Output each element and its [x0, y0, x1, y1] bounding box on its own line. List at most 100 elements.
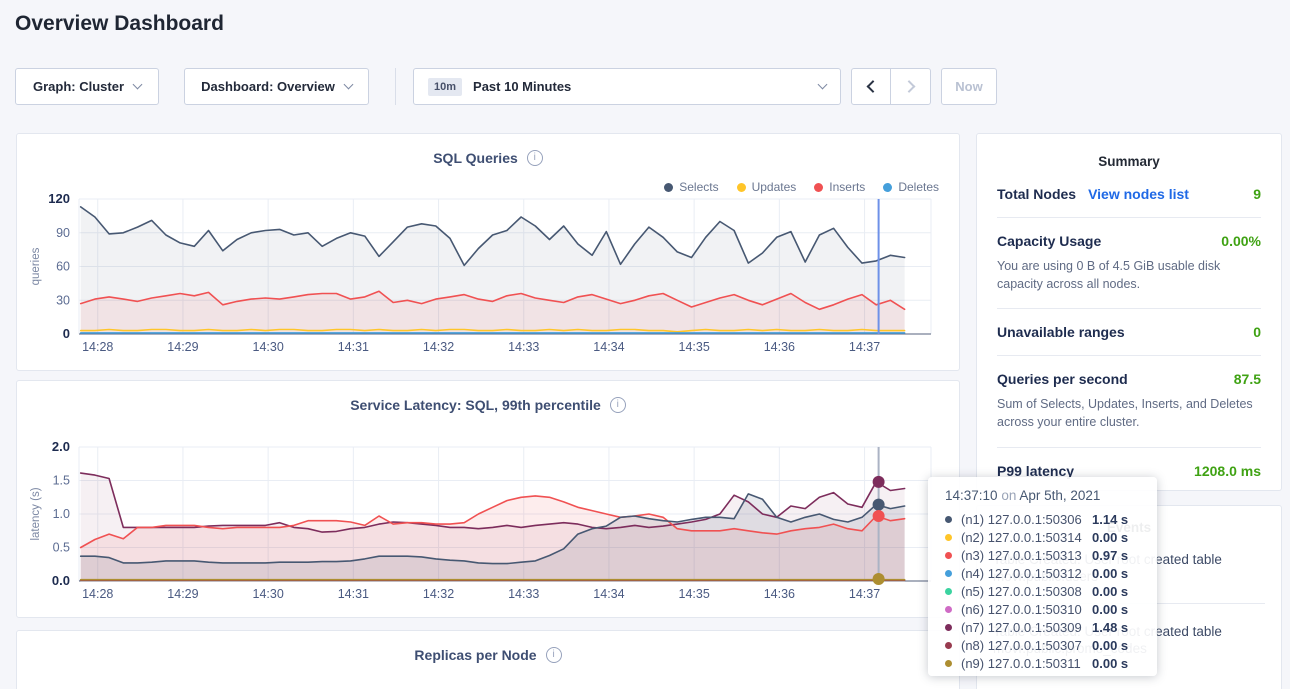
- time-pager: [851, 68, 931, 105]
- service-latency-chart[interactable]: 0.0 0.5 1.0 1.5 2.0 14:28 14:29 14:30 14:31 14:32…: [17, 381, 959, 617]
- x-tick-label: 14:37: [849, 340, 880, 354]
- graph-dropdown-label: Graph: Cluster: [33, 79, 124, 94]
- tooltip-node-label: (n9) 127.0.0.1:50311: [961, 656, 1092, 671]
- x-tick-label: 14:29: [167, 587, 198, 601]
- tooltip-node-label: (n3) 127.0.0.1:50313: [961, 548, 1092, 563]
- chevron-right-icon: [903, 80, 916, 93]
- tooltip-time: 14:37:10: [945, 488, 998, 503]
- y-tick-label: 0: [63, 326, 70, 341]
- y-tick-label: 30: [56, 293, 70, 307]
- tooltip-node-row: (n2) 127.0.0.1:503140.00 s: [945, 528, 1157, 546]
- summary-row-desc: Sum of Selects, Updates, Inserts, and De…: [997, 395, 1261, 431]
- now-button[interactable]: Now: [941, 68, 997, 105]
- x-tick-label: 14:36: [764, 340, 795, 354]
- tooltip-node-row: (n6) 127.0.0.1:503100.00 s: [945, 600, 1157, 618]
- graph-dropdown[interactable]: Graph: Cluster: [15, 68, 159, 105]
- chevron-left-icon: [866, 80, 879, 93]
- tooltip-node-row: (n3) 127.0.0.1:503130.97 s: [945, 546, 1157, 564]
- summary-rows: Total NodesView nodes list9Capacity Usag…: [997, 171, 1261, 494]
- page-title: Overview Dashboard: [15, 12, 224, 36]
- tooltip-node-value: 1.48 s: [1092, 620, 1128, 635]
- tooltip-node-row: (n1) 127.0.0.1:503061.14 s: [945, 510, 1157, 528]
- x-tick-label: 14:33: [508, 587, 539, 601]
- x-tick-label: 14:34: [593, 587, 624, 601]
- tooltip-node-value: 0.00 s: [1092, 638, 1128, 653]
- tooltip-timestamp: 14:37:10 on Apr 5th, 2021: [945, 488, 1157, 503]
- series-dot-icon: [945, 642, 952, 649]
- tooltip-node-row: (n9) 127.0.0.1:503110.00 s: [945, 654, 1157, 672]
- y-tick-label: 1.0: [53, 507, 70, 521]
- tooltip-node-value: 1.14 s: [1092, 512, 1128, 527]
- y-axis-unit-label: latency (s): [30, 487, 42, 540]
- y-tick-label: 90: [56, 226, 70, 240]
- x-tick-label: 14:31: [338, 587, 369, 601]
- summary-row: Capacity Usage0.00%You are using 0 B of …: [997, 218, 1261, 309]
- summary-row-label: Queries per second: [997, 371, 1128, 387]
- summary-panel: Summary Total NodesView nodes list9Capac…: [976, 133, 1282, 491]
- series-dot-icon: [945, 606, 952, 613]
- summary-row-value: 0: [1253, 324, 1261, 340]
- summary-row-head: Total NodesView nodes list9: [997, 186, 1261, 202]
- dashboard-dropdown[interactable]: Dashboard: Overview: [184, 68, 369, 105]
- x-tick-label: 14:32: [423, 587, 454, 601]
- x-tick-label: 14:30: [253, 340, 284, 354]
- x-tick-label: 14:29: [167, 340, 198, 354]
- tooltip-node-value: 0.00 s: [1092, 584, 1128, 599]
- tooltip-node-label: (n8) 127.0.0.1:50307: [961, 638, 1092, 653]
- info-icon[interactable]: i: [546, 647, 562, 663]
- summary-row-head: Queries per second 87.5: [997, 371, 1261, 387]
- tooltip-node-label: (n1) 127.0.0.1:50306: [961, 512, 1092, 527]
- tooltip-node-row: (n7) 127.0.0.1:503091.48 s: [945, 618, 1157, 636]
- tooltip-node-label: (n6) 127.0.0.1:50310: [961, 602, 1092, 617]
- time-range-badge: 10m: [428, 78, 462, 96]
- x-tick-label: 14:28: [82, 587, 113, 601]
- summary-row-label: Unavailable ranges: [997, 324, 1125, 340]
- x-tick-label: 14:31: [338, 340, 369, 354]
- y-tick-label: 0.5: [53, 541, 70, 555]
- tooltip-node-row: (n4) 127.0.0.1:503120.00 s: [945, 564, 1157, 582]
- summary-row: Unavailable ranges 0: [997, 309, 1261, 356]
- prev-time-button[interactable]: [852, 69, 891, 104]
- x-tick-label: 14:34: [593, 340, 624, 354]
- summary-title: Summary: [977, 134, 1281, 169]
- x-tick-label: 14:33: [508, 340, 539, 354]
- summary-row-value: 87.5: [1234, 371, 1261, 387]
- tooltip-node-value: 0.00 s: [1092, 656, 1128, 671]
- y-tick-label: 120: [48, 191, 70, 206]
- view-nodes-link[interactable]: View nodes list: [1088, 186, 1189, 202]
- tooltip-node-value: 0.00 s: [1092, 530, 1128, 545]
- tooltip-rows: (n1) 127.0.0.1:503061.14 s(n2) 127.0.0.1…: [945, 510, 1157, 672]
- tooltip-node-value: 0.00 s: [1092, 566, 1128, 581]
- series-dot-icon: [945, 570, 952, 577]
- x-tick-label: 14:30: [253, 587, 284, 601]
- tooltip-node-label: (n2) 127.0.0.1:50314: [961, 530, 1092, 545]
- sql-queries-chart[interactable]: 030609012014:2814:2914:3014:3114:3214:33…: [17, 134, 959, 370]
- time-range-dropdown[interactable]: 10m Past 10 Minutes: [413, 68, 841, 105]
- summary-row-label: Total Nodes: [997, 186, 1076, 202]
- crosshair-dot: [873, 573, 885, 585]
- y-tick-label: 2.0: [52, 439, 70, 454]
- dashboard-dropdown-label: Dashboard: Overview: [201, 79, 335, 94]
- tooltip-date: Apr 5th, 2021: [1019, 488, 1100, 503]
- y-axis-unit-label: queries: [30, 247, 42, 285]
- crosshair-dot: [873, 510, 885, 522]
- overview-dashboard-page: Overview Dashboard Graph: Cluster Dashbo…: [0, 0, 1290, 689]
- series-dot-icon: [945, 624, 952, 631]
- tooltip-node-label: (n4) 127.0.0.1:50312: [961, 566, 1092, 581]
- y-tick-label: 1.5: [53, 474, 70, 488]
- series-dot-icon: [945, 534, 952, 541]
- next-time-button[interactable]: [891, 69, 930, 104]
- chevron-down-icon: [133, 80, 143, 90]
- toolbar-divider: [395, 68, 396, 105]
- crosshair-dot: [873, 499, 885, 511]
- summary-row-value: 1208.0 ms: [1194, 463, 1261, 479]
- summary-row-head: Unavailable ranges 0: [997, 324, 1261, 340]
- summary-row-label: Capacity Usage: [997, 233, 1101, 249]
- x-tick-label: 14:35: [679, 587, 710, 601]
- series-dot-icon: [945, 552, 952, 559]
- y-tick-label: 0.0: [52, 573, 70, 588]
- now-button-label: Now: [955, 79, 982, 94]
- tooltip-node-value: 0.97 s: [1092, 548, 1128, 563]
- x-tick-label: 14:32: [423, 340, 454, 354]
- sql-queries-card: SQL Queries i SelectsUpdatesInsertsDelet…: [16, 133, 960, 371]
